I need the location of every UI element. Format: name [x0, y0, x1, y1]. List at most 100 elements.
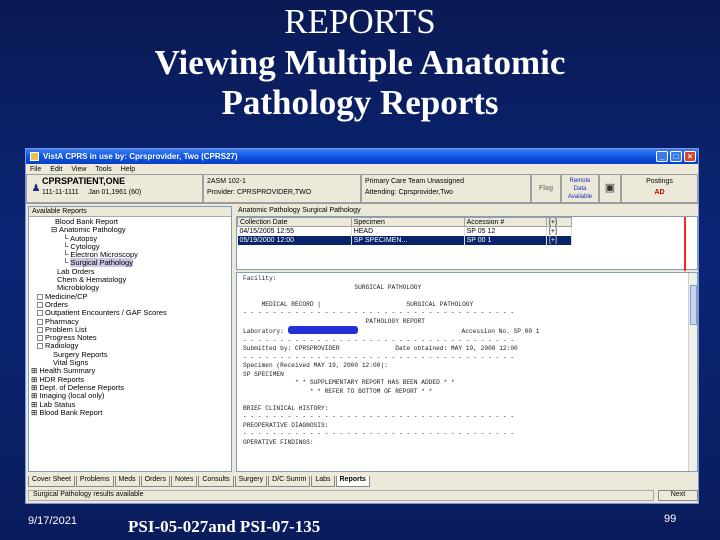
report-line: - - - - - - - - - - - - - - - - - - - - … — [243, 430, 515, 437]
report-line: - - - - - - - - - - - - - - - - - - - - … — [243, 336, 515, 344]
tab-problems[interactable]: Problems — [75, 476, 114, 487]
tab-notes[interactable]: Notes — [171, 476, 198, 487]
tab-cover-sheet[interactable]: Cover Sheet — [28, 476, 75, 487]
report-line: SURGICAL PATHOLOGY — [243, 283, 422, 291]
column-header[interactable]: [+] — [545, 217, 573, 227]
menu-tools[interactable]: Tools — [95, 166, 111, 173]
patient-bar: ♟ CPRSPATIENT,ONE 111-11-1111 Jan 01,196… — [26, 174, 698, 204]
menu-view[interactable]: View — [71, 166, 86, 173]
tree-item[interactable]: ⊞ Blood Bank Report — [29, 408, 231, 417]
expand-icon[interactable]: [+] — [546, 226, 573, 236]
slide-date: 9/17/2021 — [28, 515, 77, 527]
remote-label-3: Available — [567, 194, 593, 200]
slide-footer: PSI-05-027and PSI-07-135 — [128, 517, 321, 536]
tab-meds[interactable]: Meds — [114, 476, 140, 487]
slide-title: REPORTS Viewing Multiple Anatomic Pathol… — [0, 0, 720, 124]
status-bar: Surgical Pathology results available Nex… — [28, 489, 698, 501]
report-line: SP SPECIMEN — [243, 370, 284, 378]
vista-web-icon[interactable]: ▣ — [599, 174, 621, 203]
scroll-thumb[interactable] — [690, 285, 697, 325]
column-header[interactable]: Collection Date — [237, 217, 352, 227]
redaction-mark — [287, 326, 358, 334]
report-line: * * SUPPLEMENTARY REPORT HAS BEEN ADDED … — [243, 379, 455, 386]
care-team: Primary Care Team Unassigned — [365, 178, 465, 185]
title-line-2: Viewing Multiple Anatomic — [154, 42, 566, 82]
report-line — [243, 396, 691, 405]
tree-item[interactable]: └ Autopsy — [29, 234, 231, 243]
report-line: OPERATIVE FINDINGS: — [243, 438, 314, 446]
expand-icon[interactable]: [+] — [546, 235, 573, 245]
tab-consults[interactable]: Consults — [198, 476, 234, 487]
report-line: Facility: — [243, 275, 277, 282]
report-text-area[interactable]: Facility: SURGICAL PATHOLOGY MEDICAL REC… — [236, 272, 698, 472]
window-title: VistA CPRS in use by: Cprsprovider, Two … — [43, 152, 238, 161]
patient-select-button[interactable]: ♟ CPRSPATIENT,ONE 111-11-1111 Jan 01,196… — [26, 174, 203, 203]
menu-help[interactable]: Help — [121, 166, 135, 173]
postings-label: Postings — [646, 178, 673, 185]
cprs-window: VistA CPRS in use by: Cprsprovider, Two … — [25, 148, 699, 504]
table-row[interactable]: 04/15/2005 12:55 HEAD SP 05 12 [+] — [237, 226, 573, 236]
tab-labs[interactable]: Labs — [311, 476, 335, 487]
slide-page-number: 99 — [664, 513, 677, 525]
highlight-line — [684, 217, 686, 271]
patient-provider: Provider: CPRSPROVIDER,TWO — [207, 189, 312, 196]
visit-button[interactable]: 2ASM 102-1 Provider: CPRSPROVIDER,TWO — [203, 174, 361, 203]
specimen-list: Collection Date Specimen Accession # [+]… — [236, 216, 698, 271]
menubar: File Edit View Tools Help — [26, 164, 698, 174]
menu-file[interactable]: File — [30, 166, 41, 173]
report-line — [243, 292, 691, 301]
tab-reports[interactable]: Reports — [335, 476, 370, 487]
report-line: Laboratory: Accession No. SP 00 1 — [243, 326, 540, 335]
report-line: - - - - - - - - - - - - - - - - - - - - … — [243, 309, 515, 316]
menu-edit[interactable]: Edit — [50, 166, 62, 173]
table-cell: HEAD — [351, 226, 465, 236]
report-line: - - - - - - - - - - - - - - - - - - - - … — [243, 413, 515, 420]
report-line: PATHOLOGY REPORT — [243, 317, 425, 325]
tab-orders[interactable]: Orders — [140, 476, 171, 487]
remote-data-button[interactable]: Remote Data Available — [561, 174, 599, 203]
tree-item[interactable]: ⊟ Anatomic Pathology — [29, 225, 231, 234]
report-line: PREOPERATIVE DIAGNOSIS: — [243, 421, 329, 429]
tab-surgery[interactable]: Surgery — [234, 476, 268, 487]
title-line-1: REPORTS — [284, 2, 436, 41]
next-button[interactable]: Next — [658, 489, 698, 501]
patient-dob: Jan 01,1961 (60) — [88, 189, 142, 196]
report-text: Facility: SURGICAL PATHOLOGY MEDICAL REC… — [237, 273, 697, 449]
table-cell: SP 05 12 — [464, 226, 547, 236]
remote-label-1: Remote — [569, 178, 591, 184]
app-icon — [30, 152, 39, 161]
report-pane-header: Anatomic Pathology Surgical Pathology — [238, 207, 361, 214]
patient-location: 2ASM 102-1 — [207, 178, 246, 185]
postings-code: AD — [654, 189, 665, 196]
table-cell: SP 00 1 — [464, 235, 547, 245]
status-text: Surgical Pathology results available — [28, 489, 654, 501]
team-button[interactable]: Primary Care Team Unassigned Attending: … — [361, 174, 531, 203]
tab-dc-summ[interactable]: D/C Summ — [268, 476, 311, 487]
patient-icon: ♟ — [31, 183, 41, 194]
attending: Attending: Cprsprovider,Two — [365, 189, 453, 196]
close-button[interactable]: × — [684, 151, 696, 162]
postings-button[interactable]: Postings AD — [621, 174, 698, 203]
table-cell: 05/19/2000 12:00 — [237, 235, 352, 245]
reports-tree: Blood Bank Report ⊟ Anatomic Pathology └… — [29, 217, 231, 417]
table-row-selected[interactable]: 05/19/2000 12:00 SP SPECIMEN... SP 00 1 … — [237, 235, 573, 245]
available-reports-header: Available Reports — [29, 207, 231, 217]
remote-label-2: Data — [573, 186, 587, 192]
report-pane: Anatomic Pathology Surgical Pathology Co… — [236, 206, 698, 472]
report-line: Submitted by: CPRSPROVIDER Date obtained… — [243, 345, 518, 352]
title-line-3: Pathology Reports — [221, 83, 499, 123]
maximize-button[interactable]: □ — [670, 151, 682, 162]
available-reports-pane: Available Reports Blood Bank Report ⊟ An… — [28, 206, 232, 472]
report-line: - - - - - - - - - - - - - - - - - - - - … — [243, 353, 515, 361]
patient-id: 111-11-1111 — [42, 189, 79, 196]
column-header[interactable]: Specimen — [350, 217, 465, 227]
window-titlebar[interactable]: VistA CPRS in use by: Cprsprovider, Two … — [26, 149, 698, 164]
report-line: MEDICAL RECORD | SURGICAL PATHOLOGY — [243, 300, 474, 308]
report-scrollbar[interactable] — [688, 273, 697, 471]
flag-button[interactable]: Flag — [531, 174, 561, 203]
table-cell: SP SPECIMEN... — [351, 235, 465, 245]
chart-tabs: Cover Sheet Problems Meds Orders Notes C… — [28, 476, 698, 487]
column-header[interactable]: Accession # — [463, 217, 547, 227]
patient-name: CPRSPATIENT,ONE — [42, 176, 126, 186]
minimize-button[interactable]: _ — [656, 151, 668, 162]
